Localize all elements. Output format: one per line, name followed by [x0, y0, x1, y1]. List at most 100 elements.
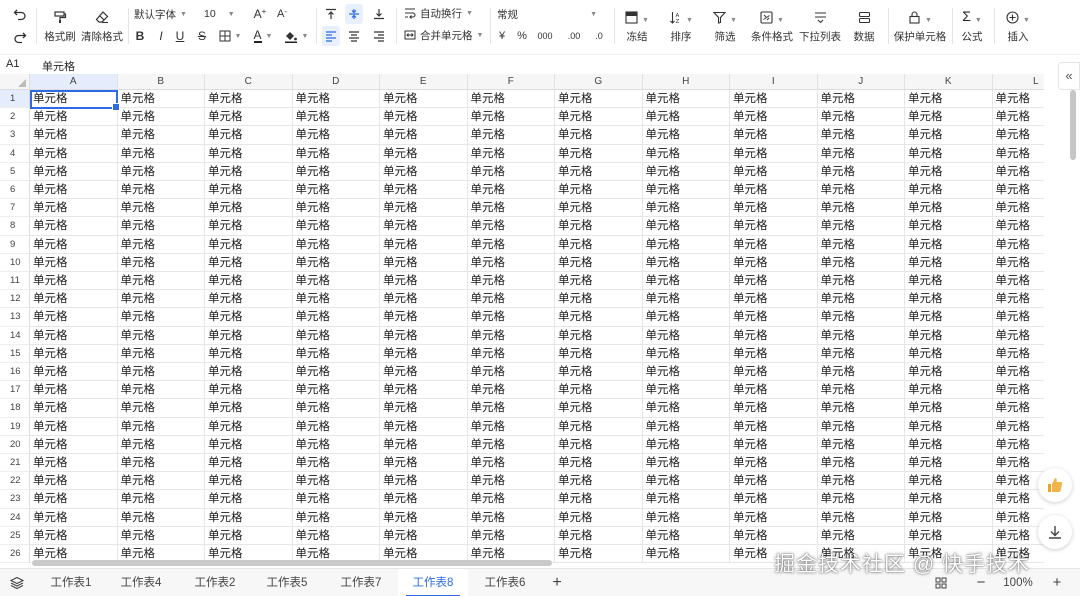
row-header-19[interactable]: 19 [0, 417, 30, 436]
cell-i4[interactable]: 单元格 [730, 144, 818, 163]
cell-h17[interactable]: 单元格 [642, 381, 730, 400]
column-header-d[interactable]: D [292, 74, 380, 90]
cell-g22[interactable]: 单元格 [555, 472, 643, 491]
cell-f23[interactable]: 单元格 [467, 490, 555, 509]
row-header-13[interactable]: 13 [0, 308, 30, 327]
cell-k4[interactable]: 单元格 [905, 144, 993, 163]
cell-j2[interactable]: 单元格 [817, 108, 905, 127]
cell-f25[interactable]: 单元格 [467, 526, 555, 545]
cell-l20[interactable]: 单元格 [992, 436, 1044, 454]
cell-g5[interactable]: 单元格 [555, 162, 643, 181]
cell-a24[interactable]: 单元格 [30, 508, 118, 527]
cell-a4[interactable]: 单元格 [30, 144, 118, 163]
cell-f21[interactable]: 单元格 [467, 454, 555, 473]
cell-i10[interactable]: 单元格 [730, 253, 818, 272]
cell-e6[interactable]: 单元格 [380, 181, 468, 200]
cell-a10[interactable]: 单元格 [30, 253, 118, 272]
row-header-7[interactable]: 7 [0, 199, 30, 218]
cell-j12[interactable]: 单元格 [817, 290, 905, 309]
cell-c7[interactable]: 单元格 [205, 199, 293, 218]
cell-k22[interactable]: 单元格 [905, 472, 993, 491]
row-header-26[interactable]: 26 [0, 545, 30, 564]
cell-f6[interactable]: 单元格 [467, 181, 555, 200]
cell-i8[interactable]: 单元格 [730, 217, 818, 236]
cell-d16[interactable]: 单元格 [292, 363, 380, 382]
cell-g16[interactable]: 单元格 [555, 363, 643, 382]
row-header-5[interactable]: 5 [0, 162, 30, 181]
cell-d24[interactable]: 单元格 [292, 508, 380, 527]
cell-a22[interactable]: 单元格 [30, 472, 118, 491]
cell-a6[interactable]: 单元格 [30, 181, 118, 200]
cell-e5[interactable]: 单元格 [380, 162, 468, 181]
cell-c22[interactable]: 单元格 [205, 472, 293, 491]
sheet-tab-6[interactable]: 工作表8 [398, 569, 468, 596]
cell-g19[interactable]: 单元格 [555, 417, 643, 436]
cell-l6[interactable]: 单元格 [992, 181, 1044, 200]
column-header-f[interactable]: F [467, 74, 555, 90]
row-header-10[interactable]: 10 [0, 253, 30, 272]
conditional-format-button[interactable]: ▼ 条件格式 [750, 0, 794, 54]
cell-j15[interactable]: 单元格 [817, 344, 905, 363]
cell-e2[interactable]: 单元格 [380, 108, 468, 127]
cell-d1[interactable]: 单元格 [292, 90, 380, 109]
cell-f7[interactable]: 单元格 [467, 199, 555, 218]
cell-f22[interactable]: 单元格 [467, 472, 555, 491]
cell-c23[interactable]: 单元格 [205, 490, 293, 509]
cell-c9[interactable]: 单元格 [205, 235, 293, 254]
cell-b15[interactable]: 单元格 [117, 344, 205, 363]
cell-k23[interactable]: 单元格 [905, 490, 993, 509]
cell-c6[interactable]: 单元格 [205, 181, 293, 200]
cell-a25[interactable]: 单元格 [30, 526, 118, 545]
cell-g3[interactable]: 单元格 [555, 126, 643, 145]
cell-d10[interactable]: 单元格 [292, 253, 380, 272]
font-family-select[interactable]: 默认字体 ▼ [134, 4, 196, 24]
cell-e20[interactable]: 单元格 [380, 435, 468, 454]
cell-a1[interactable]: 单元格 [30, 90, 118, 109]
cell-d9[interactable]: 单元格 [292, 235, 380, 254]
row-header-23[interactable]: 23 [0, 490, 30, 509]
cell-f10[interactable]: 单元格 [467, 253, 555, 272]
cell-j25[interactable]: 单元格 [817, 526, 905, 545]
cell-e3[interactable]: 单元格 [380, 126, 468, 145]
cell-a2[interactable]: 单元格 [30, 108, 118, 127]
cell-b20[interactable]: 单元格 [117, 435, 205, 454]
cell-f19[interactable]: 单元格 [467, 417, 555, 436]
cell-d2[interactable]: 单元格 [292, 108, 380, 127]
cell-f9[interactable]: 单元格 [467, 235, 555, 254]
cell-i7[interactable]: 单元格 [730, 199, 818, 218]
cell-b13[interactable]: 单元格 [117, 308, 205, 327]
cell-k18[interactable]: 单元格 [905, 399, 993, 418]
cell-c21[interactable]: 单元格 [205, 454, 293, 473]
cell-l25[interactable]: 单元格 [992, 527, 1044, 545]
cell-e15[interactable]: 单元格 [380, 344, 468, 363]
cell-b21[interactable]: 单元格 [117, 454, 205, 473]
cell-d12[interactable]: 单元格 [292, 290, 380, 309]
cell-j10[interactable]: 单元格 [817, 253, 905, 272]
italic-button[interactable]: I [153, 26, 169, 46]
cell-d3[interactable]: 单元格 [292, 126, 380, 145]
row-header-15[interactable]: 15 [0, 344, 30, 363]
cell-c20[interactable]: 单元格 [205, 435, 293, 454]
cell-c18[interactable]: 单元格 [205, 399, 293, 418]
cell-d18[interactable]: 单元格 [292, 399, 380, 418]
cell-j7[interactable]: 单元格 [817, 199, 905, 218]
cell-i18[interactable]: 单元格 [730, 399, 818, 418]
undo-button[interactable] [10, 4, 30, 24]
column-header-b[interactable]: B [117, 74, 205, 90]
cell-j3[interactable]: 单元格 [817, 126, 905, 145]
cell-d14[interactable]: 单元格 [292, 326, 380, 345]
cell-l8[interactable]: 单元格 [992, 217, 1044, 236]
formula-input[interactable]: 单元格 [42, 58, 75, 74]
cell-j8[interactable]: 单元格 [817, 217, 905, 236]
cell-g4[interactable]: 单元格 [555, 144, 643, 163]
cell-i22[interactable]: 单元格 [730, 472, 818, 491]
cell-d5[interactable]: 单元格 [292, 162, 380, 181]
cell-l14[interactable]: 单元格 [992, 327, 1044, 345]
sheet-tab-1[interactable]: 工作表1 [36, 569, 106, 596]
vertical-scroll-thumb[interactable] [1070, 90, 1076, 160]
row-header-14[interactable]: 14 [0, 326, 30, 345]
cell-e10[interactable]: 单元格 [380, 253, 468, 272]
cell-c15[interactable]: 单元格 [205, 344, 293, 363]
dropdown-list-button[interactable]: 下拉列表 [798, 0, 842, 54]
cell-e1[interactable]: 单元格 [380, 90, 468, 109]
